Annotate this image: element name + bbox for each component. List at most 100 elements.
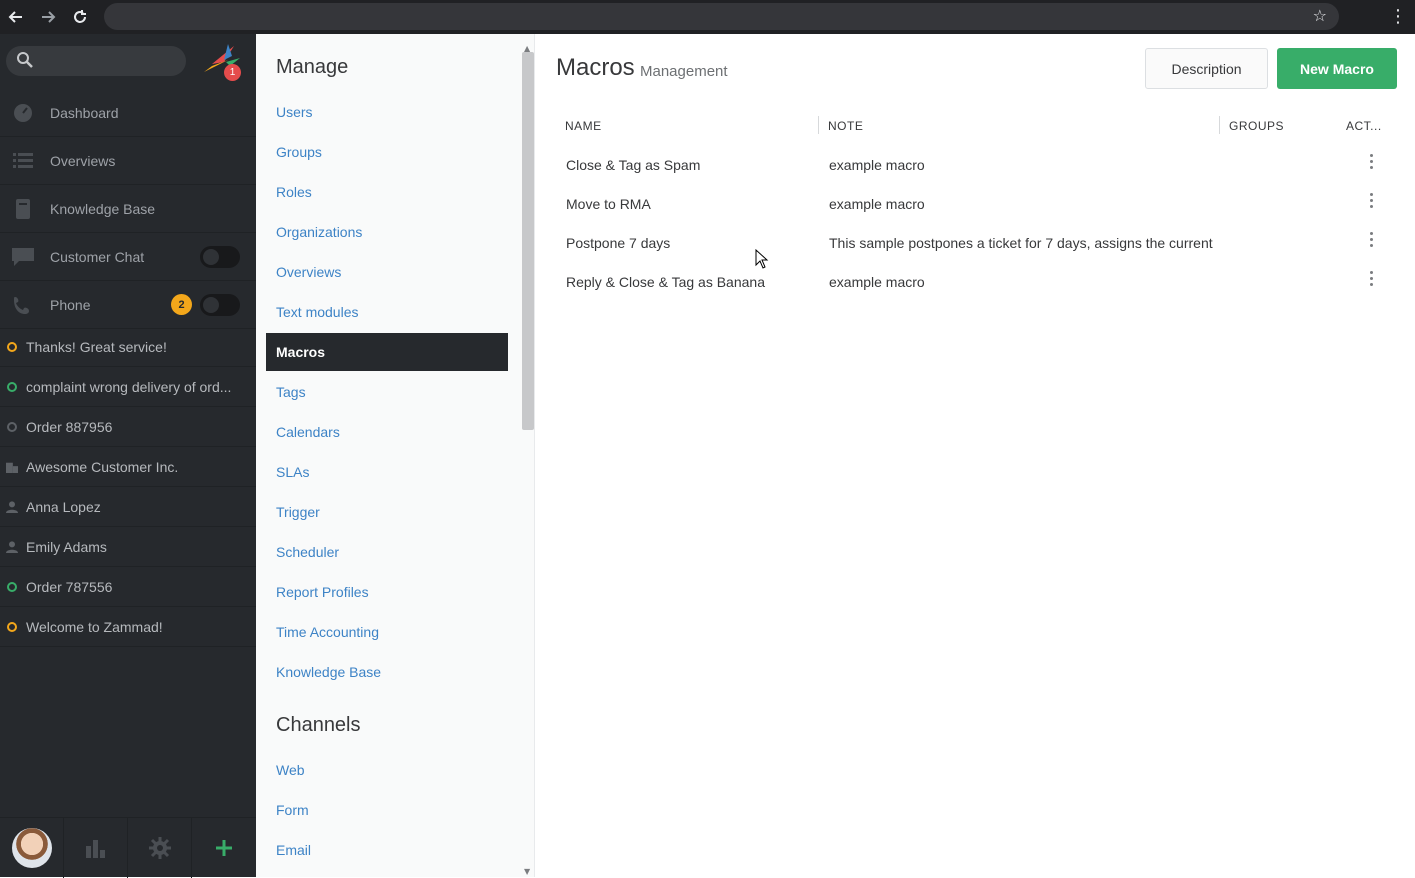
chat-icon (12, 246, 34, 268)
main-navigation: 1 Dashboard Overviews Knowledge Base Cus… (0, 34, 256, 878)
sidebar-item-macros[interactable]: Macros (266, 333, 508, 371)
row-actions-menu-icon[interactable] (1370, 232, 1374, 252)
browser-menu-icon[interactable]: ⋮ (1389, 6, 1407, 27)
phone-toggle[interactable] (200, 294, 240, 316)
macro-name[interactable]: Postpone 7 days (566, 235, 670, 251)
column-resize-handle[interactable] (818, 116, 819, 134)
sidebar-item-roles[interactable]: Roles (276, 184, 312, 200)
status-closed-icon (7, 421, 17, 432)
sidebar-item-knowledge-base[interactable]: Knowledge Base (276, 664, 381, 680)
macro-note: This sample postpones a ticket for 7 day… (829, 235, 1213, 251)
macro-note: example macro (829, 274, 925, 290)
phone-count-badge: 2 (171, 294, 192, 315)
sidebar-scrollbar[interactable]: ▲ ▼ (520, 44, 534, 877)
task-item[interactable]: Awesome Customer Inc. (0, 447, 256, 487)
admin-sidebar: Manage Users Groups Roles Organizations … (256, 34, 535, 877)
status-open-icon (7, 341, 17, 352)
task-label: Anna Lopez (26, 498, 101, 515)
macros-page: Macros Management Description New Macro … (536, 34, 1415, 877)
column-header-note[interactable]: NOTE (828, 119, 863, 133)
back-arrow-icon[interactable] (0, 0, 32, 34)
address-bar[interactable]: ☆ (104, 3, 1339, 30)
nav-item-label: Customer Chat (50, 248, 145, 265)
nav-footer (0, 817, 256, 878)
task-label: complaint wrong delivery of ord... (26, 378, 232, 395)
person-icon (6, 500, 18, 513)
nav-menu: Dashboard Overviews Knowledge Base Custo… (0, 89, 256, 329)
task-label: Awesome Customer Inc. (26, 458, 179, 475)
task-item[interactable]: complaint wrong delivery of ord... (0, 367, 256, 407)
status-new-icon (7, 381, 17, 392)
reports-icon[interactable] (64, 818, 128, 878)
table-row[interactable]: Reply & Close & Tag as Banana example ma… (558, 263, 1398, 302)
new-macro-button[interactable]: New Macro (1277, 48, 1397, 89)
sidebar-item-tags[interactable]: Tags (276, 384, 306, 400)
row-actions-menu-icon[interactable] (1370, 193, 1374, 213)
table-row[interactable]: Postpone 7 days This sample postpones a … (558, 224, 1398, 263)
customer-chat-toggle[interactable] (200, 246, 240, 268)
scrollbar-thumb[interactable] (522, 52, 534, 430)
sidebar-item-overviews[interactable]: Overviews (276, 264, 341, 280)
table-row[interactable]: Close & Tag as Spam example macro (558, 146, 1398, 185)
reload-icon[interactable] (64, 0, 96, 34)
sidebar-item-groups[interactable]: Groups (276, 144, 322, 160)
nav-item-label: Overviews (50, 152, 116, 169)
sidebar-item-time-accounting[interactable]: Time Accounting (276, 624, 379, 640)
macro-name[interactable]: Reply & Close & Tag as Banana (566, 274, 765, 290)
sidebar-item-form[interactable]: Form (276, 802, 309, 818)
nav-item-knowledge-base[interactable]: Knowledge Base (0, 185, 256, 233)
task-item[interactable]: Anna Lopez (0, 487, 256, 527)
nav-item-label: Knowledge Base (50, 200, 156, 217)
column-header-name[interactable]: NAME (565, 119, 602, 133)
table-row[interactable]: Move to RMA example macro (558, 185, 1398, 224)
forward-arrow-icon[interactable] (32, 0, 64, 34)
settings-gear-icon[interactable] (128, 818, 192, 878)
task-item[interactable]: Thanks! Great service! (0, 327, 256, 367)
sidebar-item-report-profiles[interactable]: Report Profiles (276, 584, 369, 600)
nav-item-customer-chat[interactable]: Customer Chat (0, 233, 256, 281)
organization-icon (6, 461, 18, 473)
manage-heading: Manage (276, 56, 349, 78)
task-item[interactable]: Order 787556 (0, 567, 256, 607)
search-input[interactable] (6, 46, 186, 76)
page-title: Macros (556, 54, 635, 81)
task-item[interactable]: Emily Adams (0, 527, 256, 567)
column-header-actions[interactable]: ACT... (1346, 119, 1382, 133)
sidebar-item-slas[interactable]: SLAs (276, 464, 309, 480)
scroll-down-arrow-icon[interactable]: ▼ (524, 867, 530, 876)
sidebar-item-organizations[interactable]: Organizations (276, 224, 362, 240)
nav-item-phone[interactable]: Phone 2 (0, 281, 256, 329)
sidebar-item-scheduler[interactable]: Scheduler (276, 544, 339, 560)
task-item[interactable]: Order 887956 (0, 407, 256, 447)
sidebar-item-email[interactable]: Email (276, 842, 311, 858)
user-avatar[interactable] (0, 818, 64, 878)
macro-name[interactable]: Move to RMA (566, 196, 651, 212)
task-label: Emily Adams (26, 538, 107, 555)
task-label: Order 787556 (26, 578, 113, 595)
avatar (11, 828, 52, 868)
phone-icon (12, 294, 34, 316)
sidebar-item-trigger[interactable]: Trigger (276, 504, 320, 520)
sidebar-item-text-modules[interactable]: Text modules (276, 304, 358, 320)
nav-item-overviews[interactable]: Overviews (0, 137, 256, 185)
description-button[interactable]: Description (1145, 48, 1268, 89)
page-subtitle: Management (640, 63, 728, 80)
task-label: Thanks! Great service! (26, 338, 167, 355)
macro-note: example macro (829, 196, 925, 212)
book-icon (12, 198, 34, 220)
row-actions-menu-icon[interactable] (1370, 271, 1374, 291)
macro-name[interactable]: Close & Tag as Spam (566, 157, 700, 173)
sidebar-item-users[interactable]: Users (276, 104, 313, 120)
column-header-groups[interactable]: GROUPS (1229, 119, 1284, 133)
task-item[interactable]: Welcome to Zammad! (0, 607, 256, 647)
column-resize-handle[interactable] (1219, 116, 1220, 134)
task-label: Welcome to Zammad! (26, 618, 163, 635)
nav-item-label: Phone (50, 296, 91, 313)
new-ticket-plus-icon[interactable] (192, 818, 256, 878)
bookmark-star-icon[interactable]: ☆ (1313, 6, 1327, 25)
person-icon (6, 540, 18, 553)
sidebar-item-calendars[interactable]: Calendars (276, 424, 340, 440)
nav-item-dashboard[interactable]: Dashboard (0, 89, 256, 137)
row-actions-menu-icon[interactable] (1370, 154, 1374, 174)
sidebar-item-web[interactable]: Web (276, 762, 305, 778)
